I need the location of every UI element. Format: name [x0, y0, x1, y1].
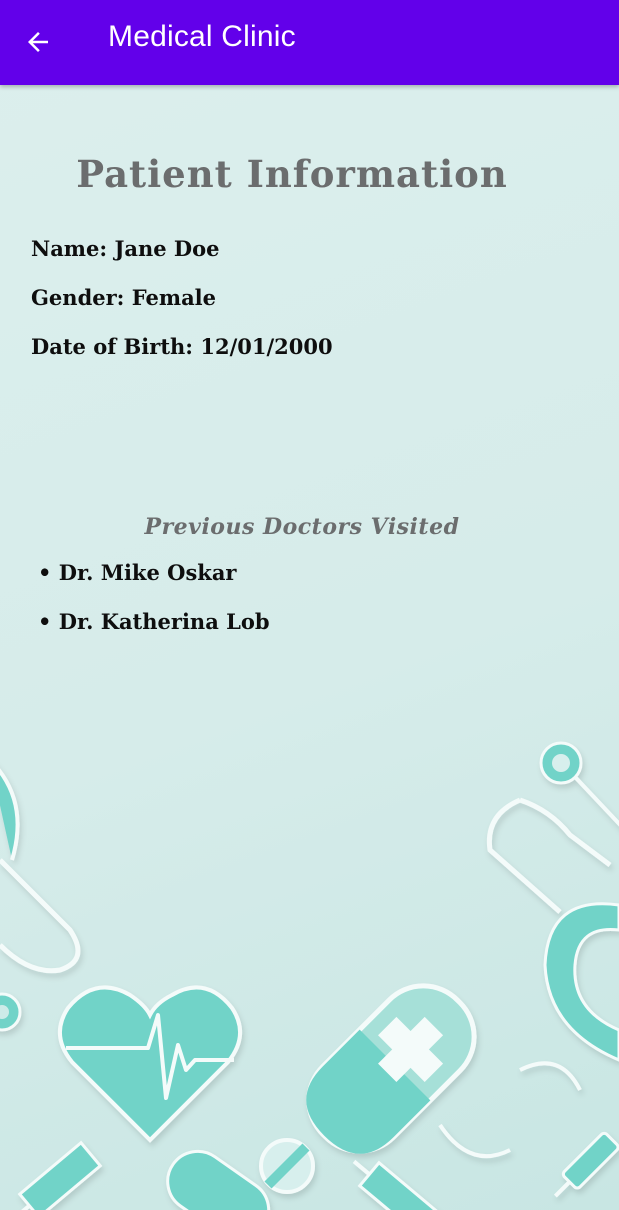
stethoscope-icon: [486, 741, 619, 1091]
syringe-icon: [553, 1131, 619, 1198]
page-title: Patient Information: [76, 152, 508, 196]
doctor-item: • Dr. Katherina Lob: [38, 609, 270, 634]
stethoscope-icon: [0, 768, 81, 1032]
doctor-item: • Dr. Mike Oskar: [38, 560, 237, 585]
syringe-icon: [352, 1159, 443, 1210]
back-button[interactable]: [14, 18, 62, 66]
arrow-back-icon: [28, 32, 48, 52]
patient-gender: Gender: Female: [31, 285, 217, 310]
doctors-heading: Previous Doctors Visited: [144, 514, 460, 540]
medical-background-illustration: [0, 741, 619, 1210]
patient-dob: Date of Birth: 12/01/2000: [31, 334, 333, 359]
patient-name: Name: Jane Doe: [31, 236, 220, 261]
heart-ecg-icon: [58, 985, 242, 1143]
app-bar: Medical Clinic: [0, 0, 619, 85]
first-aid-kit-icon: [306, 983, 477, 1154]
tablet-icon: [259, 1138, 315, 1194]
syringe-icon: [12, 1140, 103, 1210]
app-title: Medical Clinic: [108, 20, 296, 53]
